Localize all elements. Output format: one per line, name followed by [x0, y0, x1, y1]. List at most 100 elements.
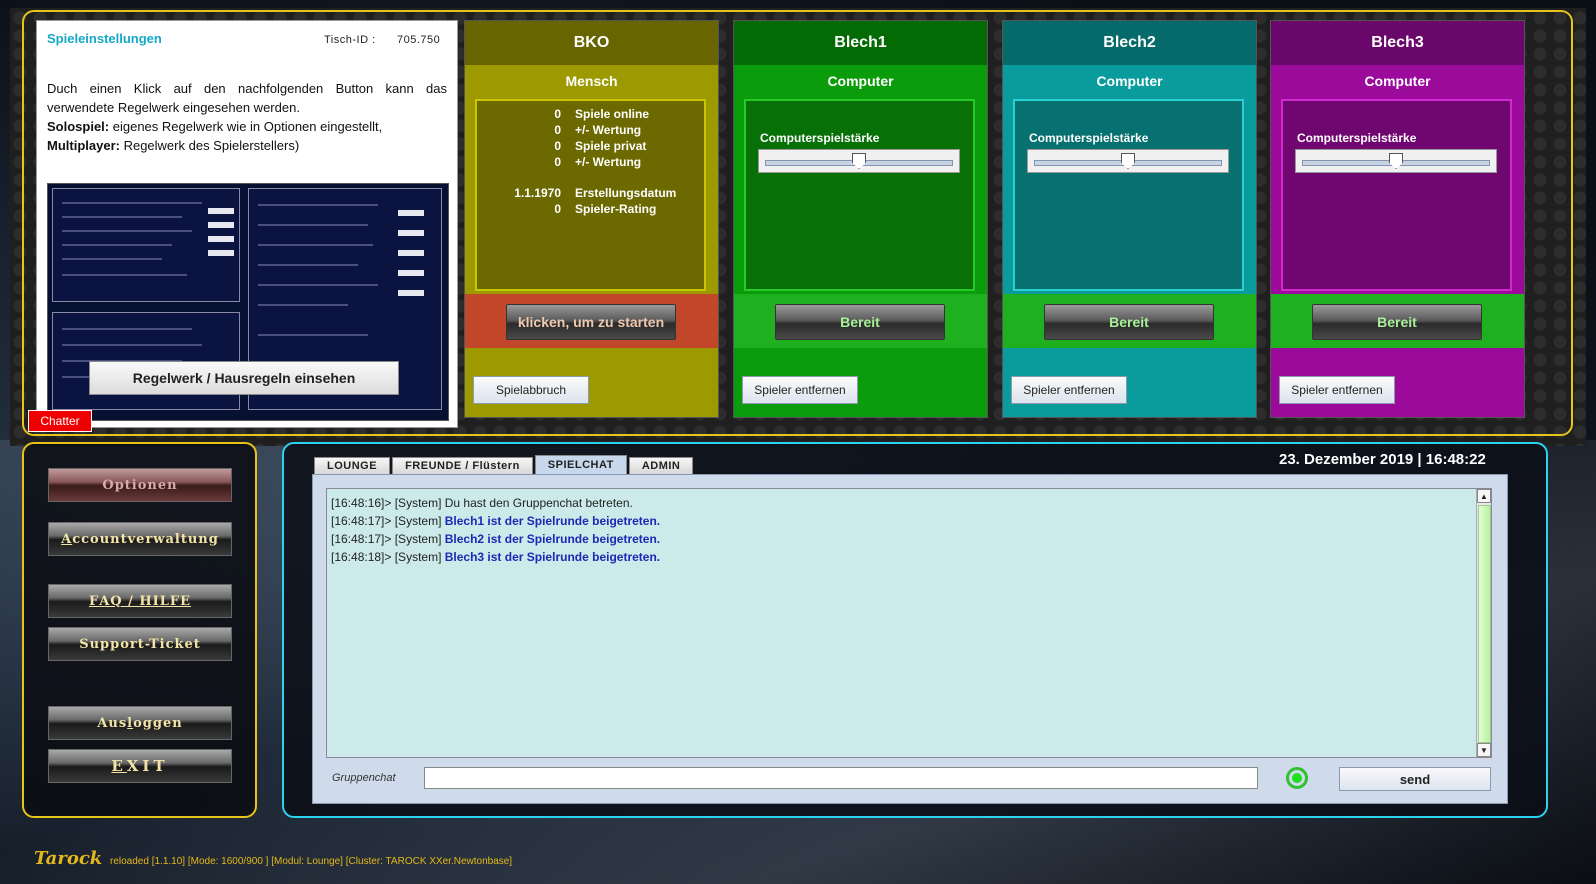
player-panel-blech2: Blech2 Computer Computerspielstärke Bere… [1002, 20, 1257, 418]
chat-message: [16:48:17]> [System] Blech1 ist der Spie… [331, 512, 660, 530]
date-time: 23. Dezember 2019 | 16:48:22 [1279, 451, 1486, 468]
arrow-up-icon[interactable]: ▲ [1477, 489, 1491, 503]
player-panel-bko: BKO Mensch 0 Spiele online 0 +/- Wertung… [464, 20, 719, 418]
player-name: Blech2 [1003, 21, 1256, 65]
strength-label: Computerspielstärke [1297, 131, 1417, 145]
action-band: Bereit [1003, 294, 1256, 348]
player-type: Computer [827, 73, 894, 89]
stat-label: Spiele online [575, 107, 650, 121]
desc-text: Duch einen Klick auf den nachfolgenden B… [47, 81, 447, 115]
remove-player-button[interactable]: Spieler entfernen [742, 376, 858, 404]
group-chat-label: Gruppenchat [332, 772, 396, 784]
arrow-down-icon[interactable]: ▼ [1477, 743, 1491, 757]
player-name: Blech1 [734, 21, 987, 65]
strength-label: Computerspielstärke [760, 131, 880, 145]
options-button[interactable]: Optionen [48, 468, 232, 502]
settings-title: Spieleinstellungen [47, 31, 162, 46]
ready-button[interactable]: Bereit [1312, 304, 1482, 340]
support-ticket-button[interactable]: Support-Ticket [48, 627, 232, 661]
chat-message: [16:48:18]> [System] Blech3 ist der Spie… [331, 548, 660, 566]
msg-time: [16:48:18]> [331, 550, 392, 564]
strength-slider[interactable] [758, 149, 960, 173]
start-game-button[interactable]: klicken, um zu starten [506, 304, 676, 340]
strength-slider[interactable] [1295, 149, 1497, 173]
chat-messages: [16:48:16]> [System] Du hast den Gruppen… [331, 494, 660, 566]
chat-tabs: LOUNGE FREUNDE / Flüstern SPIELCHAT ADMI… [314, 455, 695, 475]
group-chat-input[interactable] [424, 767, 1258, 789]
solo-label: Solospiel: [47, 119, 110, 134]
ready-button[interactable]: Bereit [775, 304, 945, 340]
player-type: Computer [1096, 73, 1163, 89]
msg-source: [System] [391, 550, 445, 564]
action-band: klicken, um zu starten [465, 294, 718, 348]
solo-text: eigenes Regelwerk wie in Optionen einges… [109, 119, 383, 134]
slider-knob[interactable] [852, 153, 866, 169]
status-line: reloaded [1.1.10] [Mode: 1600/900 ] [Mod… [110, 856, 513, 867]
faq-label: AQ / HILFE [99, 593, 192, 609]
chat-scrollbar[interactable]: ▲ ▼ [1476, 489, 1491, 757]
action-band: Bereit [734, 294, 987, 348]
player-name: BKO [465, 21, 718, 65]
slider-knob[interactable] [1389, 153, 1403, 169]
settings-description: Duch einen Klick auf den nachfolgenden B… [47, 79, 447, 155]
msg-time: [16:48:17]> [331, 532, 392, 546]
msg-text: Blech2 ist der Spielrunde beigetreten. [444, 532, 661, 546]
msg-time: [16:48:17]> [331, 514, 392, 528]
strength-slider[interactable] [1027, 149, 1229, 173]
tab-friends[interactable]: FREUNDE / Flüstern [392, 457, 533, 474]
tarock-logo: Tarock [34, 848, 103, 869]
logout-label-b: oggen [133, 715, 183, 731]
chat-message: [16:48:16]> [System] Du hast den Gruppen… [331, 494, 660, 512]
msg-source: [System] [391, 514, 445, 528]
tab-spielchat[interactable]: SPIELCHAT [534, 455, 627, 474]
view-rules-button[interactable]: Regelwerk / Hausregeln einsehen [89, 361, 399, 395]
exit-mnemonic: E [111, 757, 127, 775]
msg-source: [System] [391, 532, 445, 546]
player-name: Blech3 [1271, 21, 1524, 65]
scrollbar-thumb[interactable] [1478, 505, 1491, 743]
online-status-icon [1276, 764, 1318, 792]
stat-value: 0 [554, 202, 561, 216]
remove-player-button[interactable]: Spieler entfernen [1011, 376, 1127, 404]
logout-label-a: Aus [97, 715, 128, 731]
player-type: Mensch [565, 73, 618, 89]
faq-mnemonic: F [88, 593, 100, 609]
chat-message: [16:48:17]> [System] Blech2 ist der Spie… [331, 530, 660, 548]
player-panel-blech1: Blech1 Computer Computerspielstärke Bere… [733, 20, 988, 418]
stat-label: Erstellungsdatum [575, 186, 677, 200]
stat-value: 0 [554, 123, 561, 137]
account-label: ccountverwaltung [72, 531, 219, 547]
msg-time: [16:48:16]> [331, 496, 392, 510]
msg-text: Du hast den Gruppenchat betreten. [444, 496, 633, 510]
settings-panel: Spieleinstellungen Tisch-ID : 705.750 Du… [36, 20, 458, 428]
tab-lounge[interactable]: LOUNGE [314, 457, 391, 474]
abort-game-button[interactable]: Spielabbruch [473, 376, 589, 404]
stat-value: 0 [554, 139, 561, 153]
table-id-label: Tisch-ID : [324, 34, 376, 46]
multi-label: Multiplayer: [47, 138, 120, 153]
faq-help-button[interactable]: F AQ / HILFE [48, 584, 232, 618]
account-mnemonic: A [61, 531, 73, 547]
stat-value: 1.1.1970 [514, 186, 561, 200]
remove-player-button[interactable]: Spieler entfernen [1279, 376, 1395, 404]
msg-text: Blech3 ist der Spielrunde beigetreten. [444, 550, 661, 564]
msg-source: [System] [391, 496, 445, 510]
computer-strength-box: Computerspielstärke [1013, 99, 1244, 291]
stat-label: Spieler-Rating [575, 202, 657, 216]
chat-log[interactable]: [16:48:16]> [System] Du hast den Gruppen… [326, 488, 1492, 758]
send-button[interactable]: send [1339, 767, 1491, 791]
main-menu: Optionen Accountverwaltung F AQ / HILFE S… [22, 442, 257, 818]
computer-strength-box: Computerspielstärke [744, 99, 975, 291]
table-id-value: 705.750 [397, 34, 441, 46]
ready-button[interactable]: Bereit [1044, 304, 1214, 340]
account-button[interactable]: Accountverwaltung [48, 522, 232, 556]
player-stats-box: 0 Spiele online 0 +/- Wertung 0 Spiele p… [475, 99, 706, 291]
stat-label: +/- Wertung [575, 155, 642, 169]
player-type: Computer [1364, 73, 1431, 89]
slider-knob[interactable] [1121, 153, 1135, 169]
chatter-button[interactable]: Chatter [28, 410, 92, 432]
tab-admin[interactable]: ADMIN [628, 457, 694, 474]
strength-label: Computerspielstärke [1029, 131, 1149, 145]
exit-button[interactable]: E XIT [48, 749, 232, 783]
logout-button[interactable]: Aus l oggen [48, 706, 232, 740]
